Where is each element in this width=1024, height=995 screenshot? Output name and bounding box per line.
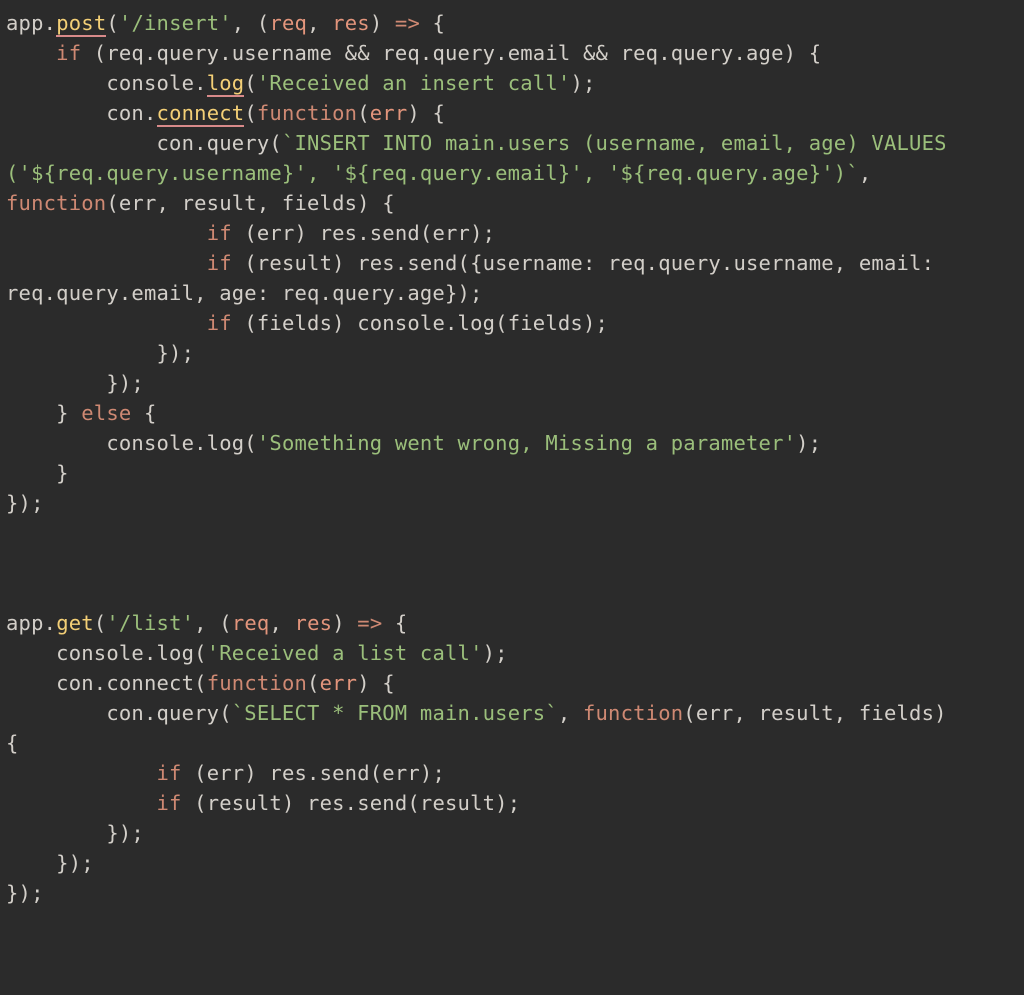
token: , [269, 611, 294, 635]
string-route-list: '/list' [106, 611, 194, 635]
param-req: req [269, 11, 307, 35]
token: { [131, 401, 156, 425]
token: { [809, 41, 822, 65]
method-get: get [56, 611, 94, 635]
token: (req.query.username && req.query.email &… [81, 41, 808, 65]
param-res: res [295, 611, 333, 635]
token: (fields) console.log(fields); [232, 311, 608, 335]
keyword-else: else [81, 401, 131, 425]
param-err: err [370, 101, 408, 125]
token: (err, result, fields) [683, 701, 959, 725]
token: { [382, 191, 395, 215]
token: ) { [357, 671, 395, 695]
keyword-if: if [207, 311, 232, 335]
token: console.log( [56, 641, 207, 665]
token: }); [157, 341, 195, 365]
token: ( [94, 611, 107, 635]
method-log: log [207, 71, 245, 97]
token: ( [307, 671, 320, 695]
token: , ( [232, 11, 270, 35]
token: con.query( [106, 701, 231, 725]
token: , [558, 701, 583, 725]
keyword-function: function [207, 671, 307, 695]
token: ); [483, 641, 508, 665]
token: (result) res.send(result); [182, 791, 521, 815]
token: con [106, 101, 144, 125]
keyword-function: function [583, 701, 683, 725]
token: ) { [407, 101, 445, 125]
token: con.query( [157, 131, 282, 155]
token: console.log( [106, 431, 257, 455]
arrow: => [357, 611, 382, 635]
token: (err) res.send(err); [182, 761, 445, 785]
token: . [44, 11, 57, 35]
keyword-if: if [157, 761, 182, 785]
token: }); [106, 821, 144, 845]
param-res: res [332, 11, 370, 35]
token: { [420, 11, 445, 35]
token: ) [370, 11, 395, 35]
method-post: post [56, 11, 106, 37]
token: }); [106, 371, 144, 395]
token: . [144, 101, 157, 125]
keyword-if: if [56, 41, 81, 65]
token: con.connect( [56, 671, 207, 695]
string-missing-param: 'Something went wrong, Missing a paramet… [257, 431, 796, 455]
token: ( [244, 71, 257, 95]
sql-insert-2: ('${req.query.username}', '${req.query.e… [6, 161, 859, 185]
token: (err) res.send(err); [232, 221, 495, 245]
token: }); [6, 881, 44, 905]
token: (result) res.send({username: req.query.u… [232, 251, 947, 275]
token: } [56, 401, 81, 425]
token: ( [244, 101, 257, 125]
token: ( [106, 11, 119, 35]
arrow: => [395, 11, 420, 35]
token: ) [332, 611, 357, 635]
token: , [307, 11, 332, 35]
token: app [6, 11, 44, 35]
keyword-function: function [6, 191, 106, 215]
token: (err, result, fields) [106, 191, 382, 215]
token: ); [570, 71, 595, 95]
code-editor-content: app.post('/insert', (req, res) => { if (… [0, 0, 1024, 916]
keyword-if: if [207, 251, 232, 275]
param-err: err [320, 671, 358, 695]
token: . [194, 71, 207, 95]
method-connect: connect [157, 101, 245, 127]
token: } [56, 461, 69, 485]
param-req: req [232, 611, 270, 635]
token: . [44, 611, 57, 635]
token: }); [56, 851, 94, 875]
sql-insert-1: `INSERT INTO main.users (username, email… [282, 131, 959, 155]
token: { [382, 611, 407, 635]
token: req.query.email, age: req.query.age}); [6, 281, 483, 305]
token: { [6, 731, 19, 755]
token: app [6, 611, 44, 635]
sql-select: `SELECT * FROM main.users` [232, 701, 558, 725]
keyword-if: if [207, 221, 232, 245]
string-recv-list: 'Received a list call' [207, 641, 483, 665]
token: , ( [194, 611, 232, 635]
token: , [859, 161, 884, 185]
token: }); [6, 491, 44, 515]
token: console [106, 71, 194, 95]
string-route-insert: '/insert' [119, 11, 232, 35]
token: ( [357, 101, 370, 125]
keyword-function: function [257, 101, 357, 125]
string-recv-insert: 'Received an insert call' [257, 71, 571, 95]
token: ); [796, 431, 821, 455]
keyword-if: if [157, 791, 182, 815]
